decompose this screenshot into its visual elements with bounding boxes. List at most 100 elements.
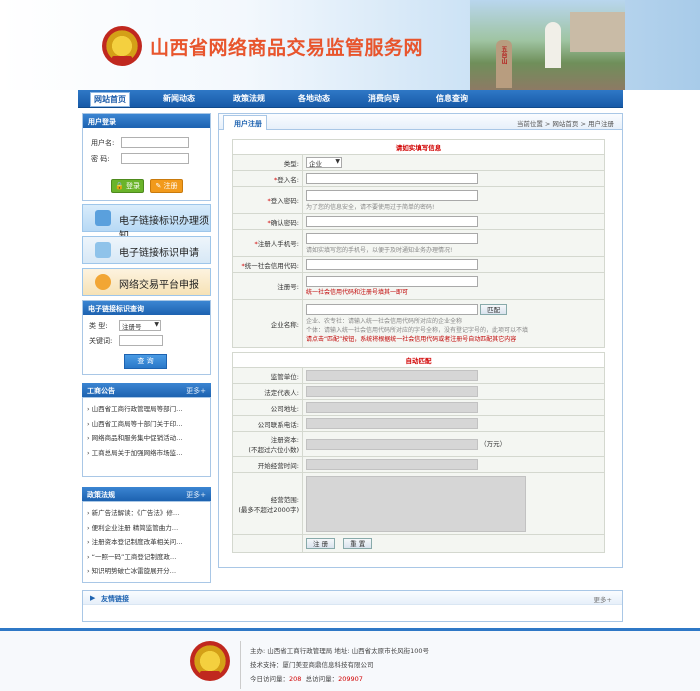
password-input[interactable]: [121, 153, 189, 164]
list-item[interactable]: › 网络商品和服务集中促销活动…: [87, 431, 206, 446]
type-value: 企业: [309, 160, 322, 168]
national-emblem-icon: [102, 26, 142, 66]
username-label: 用户名:: [91, 139, 115, 147]
footer-divider: [240, 641, 241, 689]
breadcrumb: 当前位置 > 网站首页 > 用户注册: [516, 120, 614, 128]
query-type-select[interactable]: 注册号 ▼: [119, 320, 161, 331]
announcements-title: 工商公告: [87, 387, 115, 395]
list-item-text: 注册资本登记制度改革相关问…: [91, 538, 183, 546]
type-label: 类型:: [232, 154, 303, 171]
white-pagoda: [545, 22, 561, 68]
friend-links-more[interactable]: 更多+: [594, 594, 612, 604]
reg-no-label: 注册号:: [232, 272, 303, 300]
confirm-password-input[interactable]: [306, 216, 478, 227]
query-keyword-label: 关键词:: [89, 337, 113, 345]
credit-code-label: *统一社会信用代码:: [232, 256, 303, 273]
contact-phone-label: 公司联系电话:: [232, 415, 303, 432]
footer-host: 主办: 山西省工商行政管理局 地址: 山西省太原市长风街100号: [250, 647, 429, 655]
side-link-platform[interactable]: 网络交易平台申报: [82, 268, 211, 296]
scope-textarea: [306, 475, 526, 532]
legal-rep-field: [306, 386, 478, 397]
breadcrumb-prefix: 当前位置: [516, 120, 543, 128]
list-item-text: 山西省工商局等十部门关于印…: [91, 419, 183, 428]
visits-today: 208: [289, 675, 302, 683]
nav-consumer[interactable]: 消费向导: [368, 93, 400, 104]
reg-no-input[interactable]: [306, 276, 478, 287]
policies-title: 政策法规: [87, 491, 115, 499]
nav-info-query[interactable]: 信息查询: [436, 93, 468, 104]
query-type-value: 注册号: [122, 323, 142, 331]
query-keyword-input[interactable]: [119, 335, 163, 346]
nav-local[interactable]: 各地动态: [298, 93, 330, 104]
type-select[interactable]: 企业 ▼: [306, 157, 342, 168]
match-button[interactable]: 匹配: [480, 304, 508, 315]
list-item-text: 工商总局关于加强网络市场监…: [91, 448, 183, 457]
company-hint-3: 请点击“匹配”按钮，系统将根据统一社会信用代码或者注册号自动匹配其它内容: [306, 336, 517, 343]
company-name-label: 企业名称:: [232, 299, 303, 348]
footer-emblem-icon: [190, 641, 230, 681]
footer-visits: 今日访问量：208 总访问量：209907: [250, 675, 363, 683]
register-submit-button[interactable]: 注 册: [306, 538, 336, 549]
register-button[interactable]: ✎ 注册: [150, 179, 183, 193]
scope-label: 经营范围: (最多不超过2000字): [232, 472, 303, 535]
nav-home[interactable]: 网站首页: [90, 92, 130, 107]
list-item[interactable]: › 注册资本登记制度改革相关问…: [87, 535, 206, 550]
announcements-more-link[interactable]: 更多+: [186, 386, 206, 396]
section-user-info: 请如实填写信息: [232, 139, 605, 155]
registration-panel: 用户注册 当前位置 > 网站首页 > 用户注册 请如实填写信息 类型: 企业 ▼ …: [218, 113, 623, 568]
side-link-platform-label: 网络交易平台申报: [119, 280, 199, 291]
company-hint-2: 个体：请输入统一社会信用代码所对应的字号全称，没有登记字号的，此项可以不填: [306, 327, 529, 334]
policies-header: 政策法规 更多+: [82, 487, 211, 501]
list-item[interactable]: › 便利企业注册 精简监管曲力…: [87, 521, 206, 536]
list-item-text: 网络商品和服务集中促销活动…: [91, 434, 183, 442]
list-item[interactable]: › 工商总局关于加强网络市场监…: [87, 446, 206, 461]
list-item[interactable]: › 山西省工商行政管理局等部门…: [87, 402, 206, 417]
breadcrumb-current: 用户注册: [588, 120, 614, 128]
breadcrumb-home[interactable]: 网站首页: [552, 120, 578, 128]
password-label: 密 码:: [91, 155, 110, 163]
company-name-input[interactable]: [306, 304, 478, 315]
side-link-apply[interactable]: 电子链接标识申请: [82, 236, 211, 264]
phone-input[interactable]: [306, 232, 478, 244]
list-item[interactable]: › 新广告法解读：《广告法》修…: [87, 506, 206, 521]
mountain-inscription: 五台山: [500, 46, 507, 64]
policies-more-link[interactable]: 更多+: [186, 490, 206, 500]
query-type-label: 类 型:: [89, 322, 108, 330]
list-item-text: “一照一码”工商登记制度政…: [91, 552, 177, 561]
side-link-guide[interactable]: 电子链接标识办理须知: [82, 204, 211, 242]
list-item[interactable]: › 知识明势破亡冰雷旋展开分…: [87, 564, 206, 579]
inscribed-rock: 五台山: [496, 40, 512, 88]
password-hint: 为了您的信息安全，请不要使用过于简单的密码!: [306, 203, 435, 211]
login-name-input[interactable]: [306, 173, 478, 184]
supervisor-label: 监管单位:: [232, 367, 303, 384]
contact-phone-field: [306, 418, 478, 429]
reg-no-hint: 统一社会信用代码和注册号填其一即可: [306, 289, 409, 296]
main-nav: 网站首页 新闻动态 政策法规 各地动态 消费向导 信息查询: [78, 90, 623, 108]
list-item-text: 知识明势破亡冰雷旋展开分…: [91, 567, 177, 575]
nav-policy[interactable]: 政策法规: [233, 93, 265, 104]
query-button[interactable]: 查 询: [124, 354, 167, 369]
password-input[interactable]: [306, 189, 478, 201]
capital-field: [306, 438, 478, 450]
arrow-right-icon: ▶: [90, 594, 96, 602]
login-button[interactable]: 🔒 登录: [111, 179, 144, 193]
credit-code-input[interactable]: [306, 259, 478, 270]
capital-unit: （万元）: [480, 440, 507, 449]
site-header: 山西省网络商品交易监管服务网 五台山: [0, 0, 700, 90]
list-item-text: 便利企业注册 精简监管曲力…: [91, 523, 179, 532]
login-button-label: 登录: [125, 182, 140, 190]
temple-building: [570, 12, 625, 52]
username-input[interactable]: [121, 137, 189, 148]
capital-label: 注册资本: (不超过六位小数): [232, 431, 303, 457]
phone-hint: 请如实填写您的手机号，以便于及时通知业务办理情况!: [306, 246, 453, 254]
list-item-text: 新广告法解读：《广告法》修…: [91, 509, 180, 517]
tab-register[interactable]: 用户注册: [223, 115, 267, 130]
chevron-down-icon: ▼: [154, 321, 159, 328]
reset-button[interactable]: 重 置: [343, 538, 373, 549]
list-item-text: 山西省工商行政管理局等部门…: [91, 405, 183, 413]
nav-news[interactable]: 新闻动态: [163, 93, 195, 104]
list-item[interactable]: › 山西省工商局等十部门关于印…: [87, 417, 206, 432]
list-item[interactable]: › “一照一码”工商登记制度政…: [87, 550, 206, 565]
announcements-header: 工商公告 更多+: [82, 383, 211, 397]
site-footer: 主办: 山西省工商行政管理局 地址: 山西省太原市长风街100号 技术支持：厦门…: [0, 628, 700, 691]
